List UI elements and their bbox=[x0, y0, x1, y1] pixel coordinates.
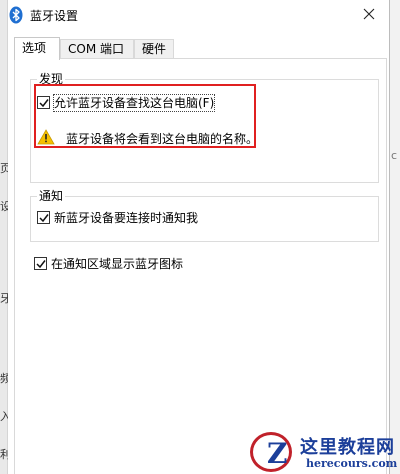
discovery-warning-text: 蓝牙设备将会看到这台电脑的名称。 bbox=[66, 132, 259, 146]
notify-new-device-label[interactable]: 新蓝牙设备要连接时通知我 bbox=[54, 210, 198, 226]
allow-discovery-checkbox[interactable]: 允许蓝牙设备查找这台电脑(F) bbox=[37, 94, 227, 112]
bluetooth-icon bbox=[9, 6, 23, 24]
show-tray-icon-checkbox[interactable]: 在通知区域显示蓝牙图标 bbox=[34, 256, 204, 272]
checkbox-box[interactable] bbox=[37, 96, 50, 109]
notify-new-device-checkbox[interactable]: 新蓝牙设备要连接时通知我 bbox=[37, 210, 207, 226]
checkmark-icon bbox=[36, 260, 46, 269]
watermark-site-url: herecours.com bbox=[306, 457, 398, 470]
tab-com-ports[interactable]: COM 端口 bbox=[60, 39, 134, 59]
watermark-site-name: 这里教程网 bbox=[300, 437, 395, 458]
site-watermark: Z 这里教程网 herecours.com bbox=[244, 430, 400, 474]
notification-group: 通知 新蓝牙设备要连接时通知我 bbox=[30, 189, 379, 242]
background-text-fragment: 牙 bbox=[0, 292, 8, 305]
title-bar[interactable]: 蓝牙设置 bbox=[8, 0, 389, 30]
watermark-logo-letter: Z bbox=[267, 437, 288, 470]
checkmark-icon bbox=[39, 214, 49, 223]
dialog-title: 蓝牙设置 bbox=[30, 9, 79, 23]
background-text-fragment: 利 bbox=[0, 448, 8, 461]
background-scrollbar[interactable]: c bbox=[389, 0, 400, 474]
warning-icon bbox=[37, 129, 55, 145]
discovery-group: 发现 允许蓝牙设备查找这台电脑(F) 蓝牙设备将会看到这台电脑的名称。 bbox=[30, 72, 379, 183]
bluetooth-settings-dialog: 蓝牙设置 选项 COM 端口 硬件 发现 允许蓝牙设备查找这台电脑(F) 蓝牙设… bbox=[8, 0, 390, 474]
discovery-group-title: 发现 bbox=[37, 72, 66, 86]
allow-discovery-label[interactable]: 允许蓝牙设备查找这台电脑(F) bbox=[52, 94, 216, 112]
tab-options[interactable]: 选项 bbox=[14, 37, 60, 60]
close-button[interactable] bbox=[349, 0, 389, 30]
background-text-fragment: 页 bbox=[0, 162, 8, 175]
options-panel: 发现 允许蓝牙设备查找这台电脑(F) 蓝牙设备将会看到这台电脑的名称。 通知 新… bbox=[14, 58, 387, 474]
background-window-edge bbox=[0, 0, 8, 474]
checkbox-box[interactable] bbox=[37, 211, 50, 224]
notification-group-title: 通知 bbox=[37, 189, 66, 203]
checkmark-icon bbox=[39, 99, 49, 108]
show-tray-icon-label[interactable]: 在通知区域显示蓝牙图标 bbox=[51, 256, 183, 272]
background-text-fragment: 入 bbox=[0, 410, 8, 423]
tab-hardware[interactable]: 硬件 bbox=[134, 39, 174, 59]
background-text-fragment: 频 bbox=[0, 372, 8, 385]
watermark-logo: Z bbox=[250, 432, 292, 472]
background-text-fragment: c bbox=[391, 150, 398, 162]
close-icon bbox=[363, 8, 375, 20]
checkbox-box[interactable] bbox=[34, 257, 47, 270]
background-text-fragment: 设 bbox=[0, 200, 8, 213]
